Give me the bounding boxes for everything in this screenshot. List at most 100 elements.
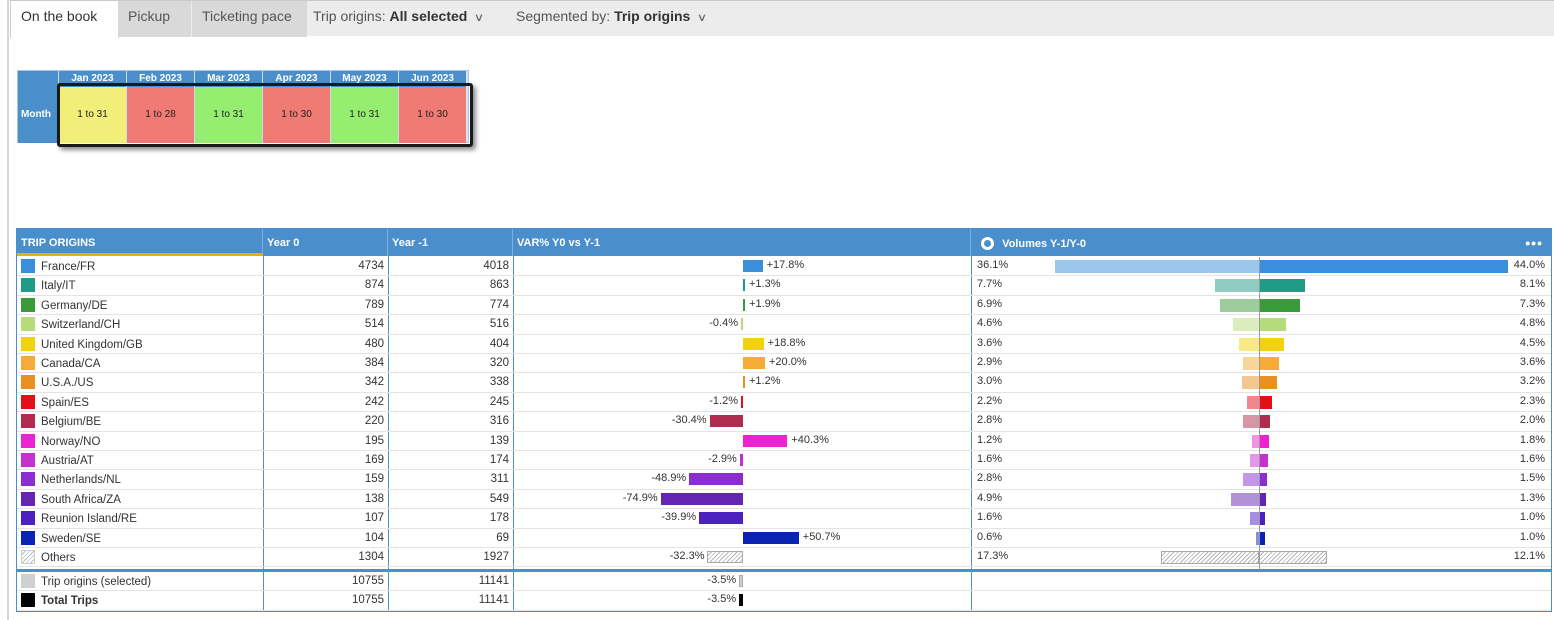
year1-value: 774	[489, 298, 509, 311]
trip-origins-filter[interactable]: Trip origins: All selected ∨	[313, 8, 485, 24]
table-row[interactable]: Austria/AT 169 174 -2.9% 1.6% 1.6%	[17, 451, 1551, 471]
volume-prev-label: 0.6%	[977, 530, 1003, 543]
total-row[interactable]: Total Trips 10755 11141 -3.5%	[17, 591, 1551, 611]
table-row[interactable]: Reunion Island/RE 107 178 -39.9% 1.6% 1.0%	[17, 509, 1551, 529]
year1-value: 311	[490, 473, 509, 486]
volume-prev-bar	[1249, 512, 1259, 526]
calendar-month-header[interactable]: Jan 2023	[58, 71, 126, 87]
volume-cur-bar	[1259, 415, 1271, 429]
header-trip-origins[interactable]: TRIP ORIGINS	[17, 229, 263, 256]
year0-value: 384	[364, 357, 384, 369]
trip-origins-filter-value: All selected	[389, 8, 468, 24]
total-row[interactable]: Trip origins (selected) 10755 11141 -3.5%	[17, 572, 1551, 592]
header-volumes[interactable]: Volumes Y-1/Y-0 •••	[971, 229, 1551, 256]
origin-name: Switzerland/CH	[41, 319, 121, 332]
origin-name: United Kingdom/GB	[41, 338, 143, 351]
tab-on-the-book[interactable]: On the book	[10, 1, 119, 38]
var-label: -32.3%	[669, 550, 705, 562]
var-label: -0.4%	[709, 317, 738, 330]
header-year-0[interactable]: Year 0	[263, 229, 388, 256]
table-row[interactable]: South Africa/ZA 138 549 -74.9% 4.9% 1.3%	[17, 490, 1551, 510]
volume-prev-label: 17.3%	[977, 550, 1009, 562]
volume-prev-bar	[1238, 337, 1259, 351]
chevron-down-icon: ∨	[696, 12, 708, 24]
volume-prev-bar	[1246, 395, 1259, 409]
calendar-month-header[interactable]: Feb 2023	[126, 71, 194, 87]
calendar-month-range[interactable]: 1 to 31	[330, 87, 398, 143]
volume-prev-bar	[1233, 318, 1259, 332]
year1-value: 549	[489, 492, 509, 505]
origin-cell: Netherlands/NL	[21, 472, 121, 487]
table-row[interactable]: Switzerland/CH 514 516 -0.4% 4.6% 4.8%	[17, 315, 1551, 335]
table-row[interactable]: U.S.A./US 342 338 +1.2% 3.0% 3.2%	[17, 373, 1551, 393]
refresh-icon[interactable]	[981, 237, 994, 250]
var-bar	[741, 395, 743, 408]
volume-prev-bar	[1220, 298, 1259, 312]
var-bar	[699, 512, 743, 525]
table-row[interactable]: Sweden/SE 104 69 +50.7% 0.6% 1.0%	[17, 529, 1551, 548]
calendar-month-header[interactable]: Jun 2023	[398, 71, 466, 87]
color-swatch	[21, 375, 35, 390]
table-row[interactable]: Germany/DE 789 774 +1.9% 6.9% 7.3%	[17, 296, 1551, 316]
year1-value: 4018	[483, 260, 509, 272]
origin-cell: Austria/AT	[21, 453, 94, 467]
origin-cell: Italy/IT	[21, 278, 76, 293]
volume-cur-bar	[1259, 551, 1328, 564]
calendar-month-range[interactable]: 1 to 30	[262, 87, 330, 143]
table-row[interactable]: United Kingdom/GB 480 404 +18.8% 3.6% 4.5%	[17, 335, 1551, 354]
calendar-month-range[interactable]: 1 to 31	[58, 87, 126, 143]
calendar-month-range[interactable]: 1 to 31	[194, 87, 262, 143]
table-row[interactable]: Spain/ES 242 245 -1.2% 2.2% 2.3%	[17, 393, 1551, 413]
volume-prev-label: 2.8%	[977, 414, 1003, 427]
calendar-month-range[interactable]: 1 to 30	[398, 87, 466, 143]
color-swatch	[21, 259, 35, 273]
tab-pickup[interactable]: Pickup	[118, 1, 191, 37]
volume-prev-label: 1.2%	[977, 433, 1003, 446]
var-label: -3.5%	[707, 574, 737, 586]
more-options-icon[interactable]: •••	[1525, 235, 1543, 251]
calendar-month-header[interactable]: Mar 2023	[194, 71, 262, 87]
color-swatch	[21, 336, 35, 351]
year0-value: 104	[364, 531, 384, 544]
volume-prev-label: 4.9%	[977, 491, 1003, 504]
var-label: +1.9%	[749, 297, 781, 310]
year1-value: 516	[489, 318, 509, 331]
color-swatch	[21, 317, 35, 332]
table-row[interactable]: Netherlands/NL 159 311 -48.9% 2.8% 1.5%	[17, 470, 1551, 490]
var-bar	[743, 337, 764, 350]
table-row[interactable]: France/FR 4734 4018 +17.8% 36.1% 44.0%	[17, 257, 1551, 277]
volumes-center-line	[1259, 257, 1260, 569]
origin-cell: Trip origins (selected)	[21, 574, 151, 588]
header-volumes-label: Volumes Y-1/Y-0	[1002, 238, 1087, 250]
var-label: +20.0%	[769, 356, 807, 368]
tab-ticketing-pace[interactable]: Ticketing pace	[192, 1, 307, 37]
calendar-month-column: Mar 2023 1 to 31	[194, 71, 262, 143]
segmented-by-filter[interactable]: Segmented by: Trip origins ∨	[516, 8, 708, 24]
volume-cur-bar	[1259, 434, 1270, 448]
year1-value: 174	[489, 454, 509, 466]
volume-prev-bar	[1242, 376, 1259, 390]
calendar-month-range[interactable]: 1 to 28	[126, 87, 194, 143]
volume-prev-label: 3.0%	[977, 375, 1003, 388]
tab-bar: On the book Pickup Ticketing pace Trip o…	[10, 0, 1554, 38]
table-row[interactable]: Canada/CA 384 320 +20.0% 2.9% 3.6%	[17, 354, 1551, 374]
header-year-1[interactable]: Year -1	[388, 229, 513, 256]
year0-value: 4734	[358, 260, 384, 272]
trip-origins-table: TRIP ORIGINS Year 0 Year -1 VAR% Y0 vs Y…	[16, 228, 1552, 612]
table-row[interactable]: Belgium/BE 220 316 -30.4% 2.8% 2.0%	[17, 412, 1551, 432]
volume-prev-bar	[1249, 454, 1259, 467]
header-var[interactable]: VAR% Y0 vs Y-1	[513, 229, 971, 256]
table-row[interactable]: Others 1304 1927 -32.3% 17.3% 12.1%	[17, 548, 1551, 568]
calendar-month-header[interactable]: May 2023	[330, 71, 398, 87]
table-row[interactable]: Italy/IT 874 863 +1.3% 7.7% 8.1%	[17, 276, 1551, 296]
var-label: +40.3%	[791, 433, 829, 446]
table-row[interactable]: Norway/NO 195 139 +40.3% 1.2% 1.8%	[17, 432, 1551, 451]
calendar-month-header[interactable]: Apr 2023	[262, 71, 330, 87]
volume-cur-bar	[1259, 473, 1268, 487]
origin-name: Trip origins (selected)	[41, 576, 152, 588]
var-bar	[739, 454, 743, 466]
volume-cur-label: 8.1%	[1519, 278, 1545, 291]
calendar-month-column: Feb 2023 1 to 28	[126, 71, 194, 143]
var-bar	[743, 298, 746, 311]
color-swatch	[21, 278, 35, 293]
